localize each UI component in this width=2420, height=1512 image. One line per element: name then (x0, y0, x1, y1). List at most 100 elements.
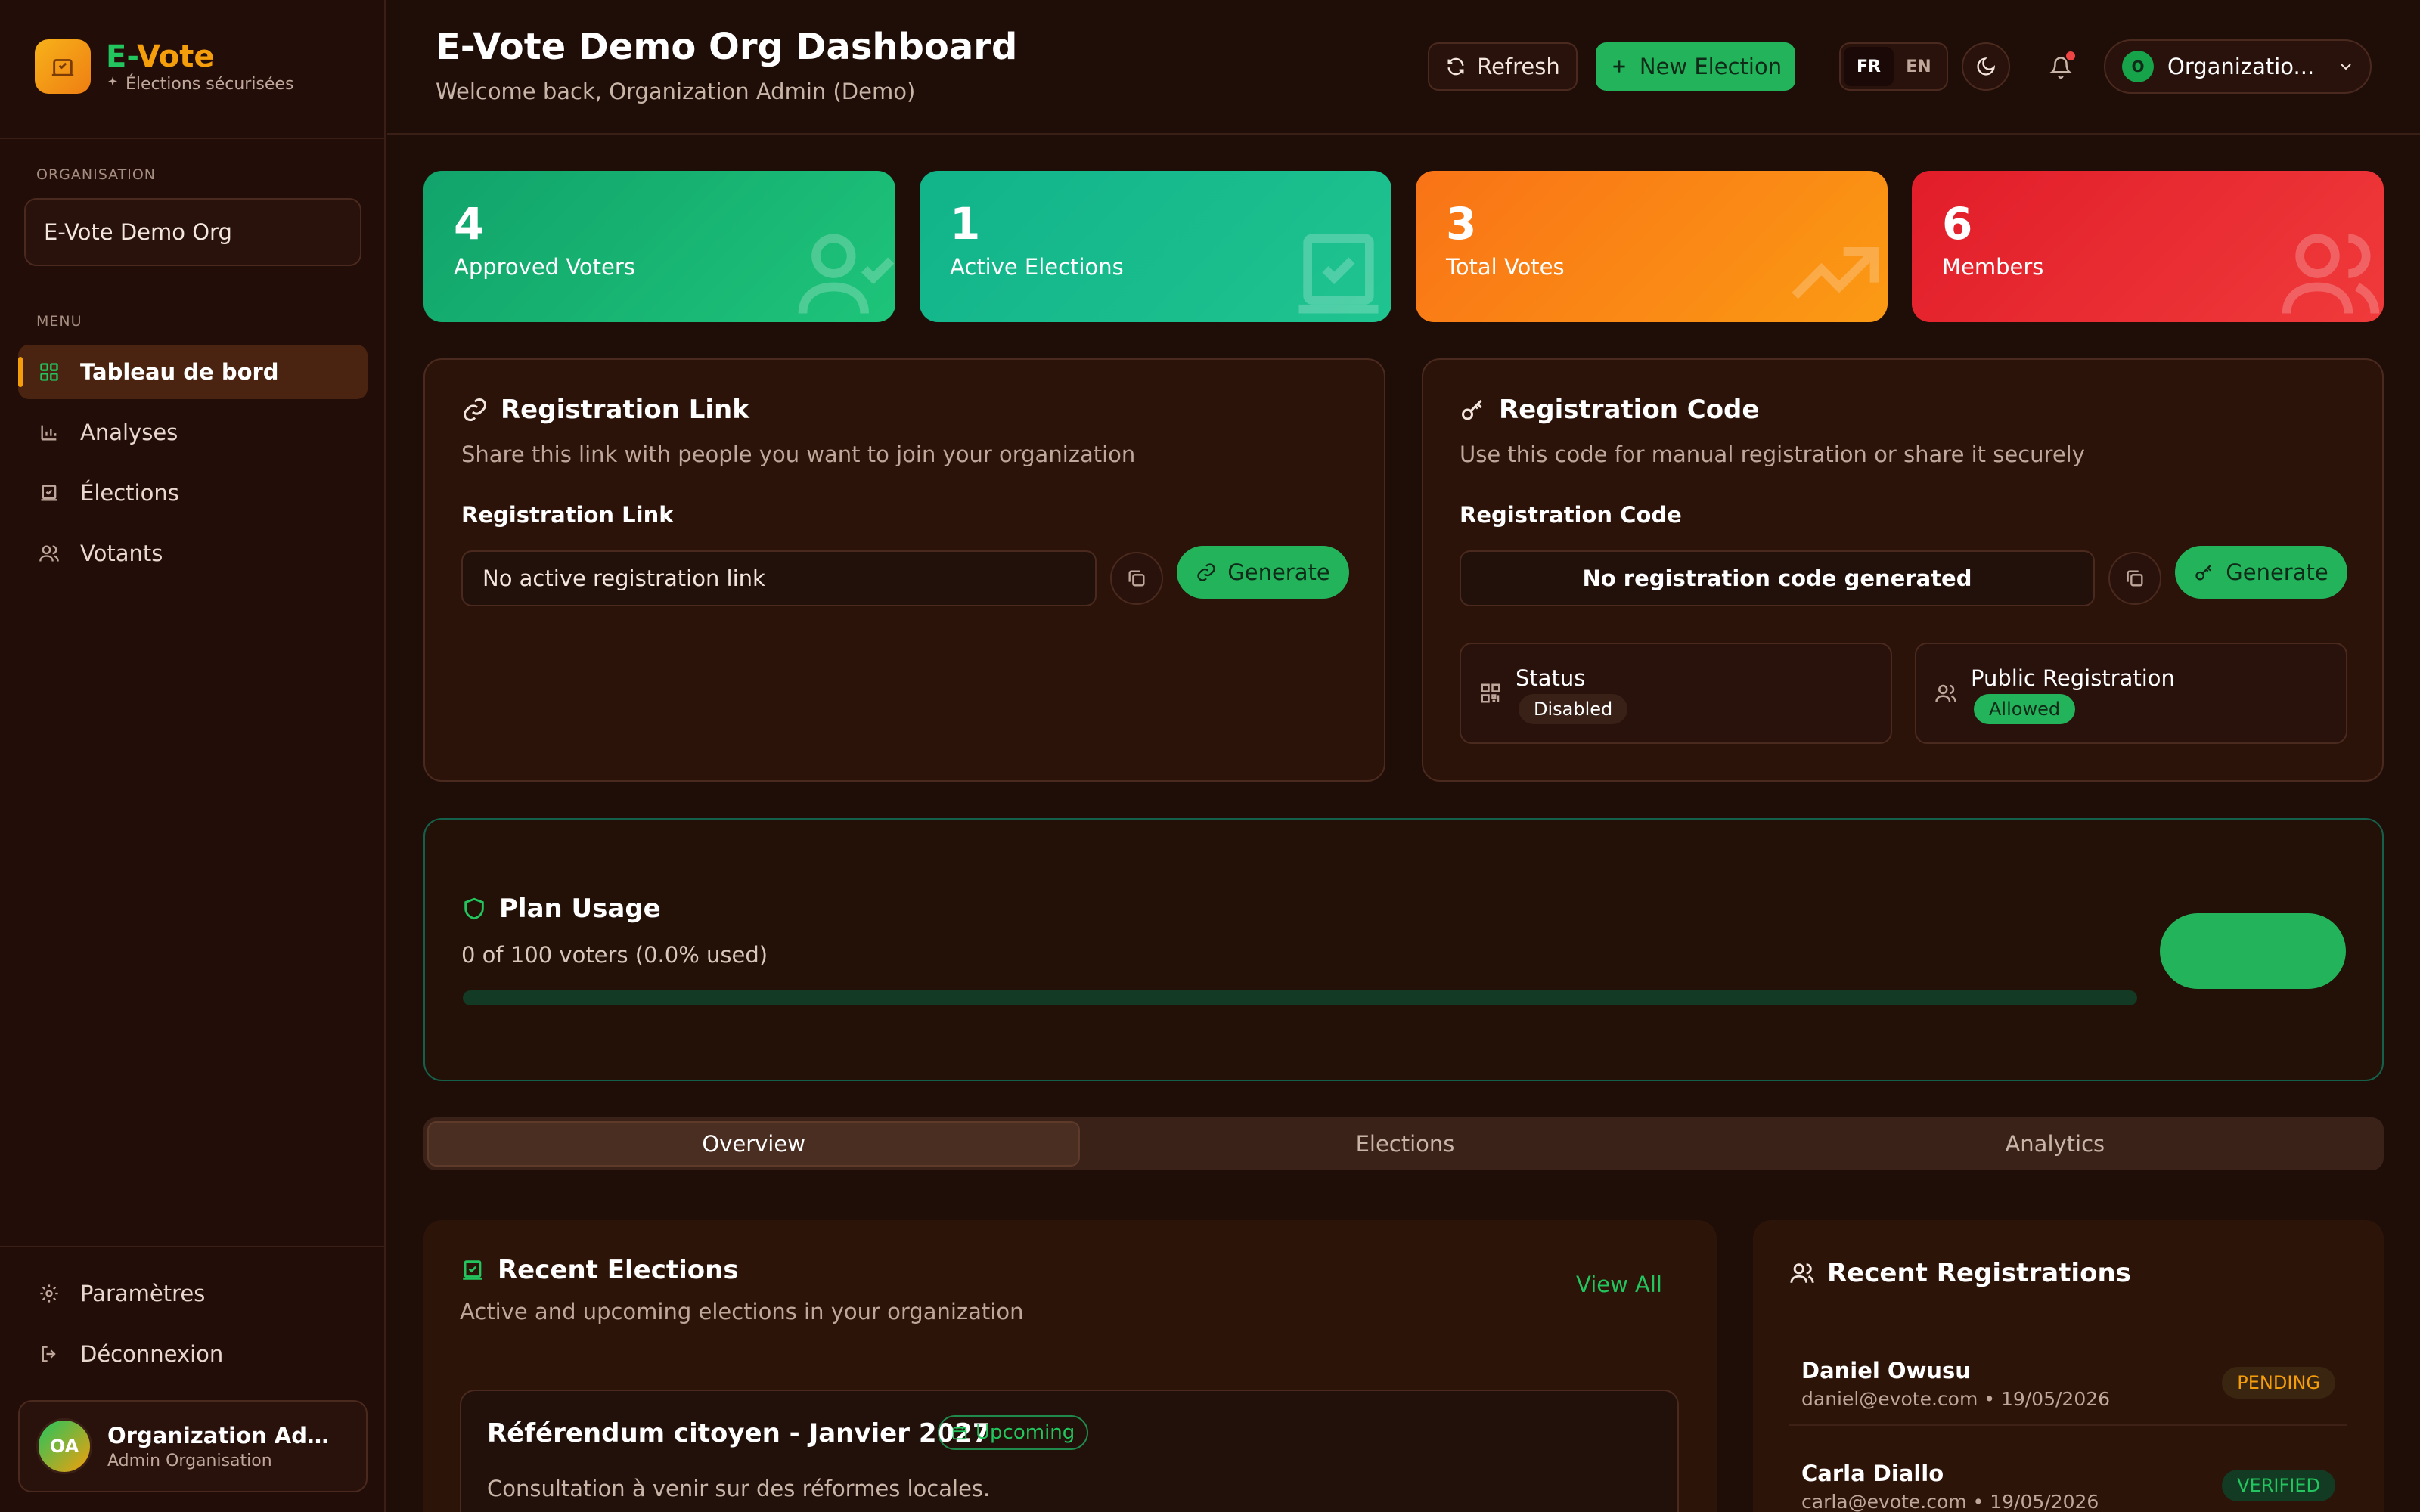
gear-icon (38, 1282, 60, 1305)
top-header: E-Vote Demo Org Dashboard Welcome back, … (387, 0, 2420, 135)
moon-icon (1975, 56, 1996, 77)
view-all-link[interactable]: View All (1576, 1272, 1662, 1297)
users-icon (1934, 682, 1957, 705)
copy-link-button[interactable] (1110, 552, 1163, 605)
plan-usage-panel: Plan Usage 0 of 100 voters (0.0% used) (424, 818, 2384, 1081)
org-switcher[interactable]: E-Vote Demo Org (24, 198, 361, 266)
registration-link-panel: Registration Link Share this link with p… (424, 358, 1385, 782)
refresh-button[interactable]: Refresh (1428, 42, 1578, 91)
lang-en[interactable]: EN (1894, 47, 1944, 86)
key-icon (2194, 562, 2215, 583)
panel-title: Registration Link (501, 395, 749, 425)
users-icon (1789, 1260, 1815, 1286)
notification-dot (2066, 51, 2075, 60)
stat-card-active-elections[interactable]: 1 Active Elections (920, 171, 1392, 322)
panel-description: Active and upcoming elections in your or… (460, 1299, 1024, 1325)
theme-toggle-button[interactable] (1962, 42, 2010, 91)
brand-tagline: Élections sécurisées (126, 74, 294, 94)
sidebar-item-elections[interactable]: Élections (18, 466, 368, 520)
user-check-icon (790, 221, 895, 322)
new-election-button[interactable]: New Election (1596, 42, 1795, 91)
public-registration-badge: Allowed (1974, 694, 2076, 724)
public-registration-label: Public Registration (1971, 665, 2175, 691)
sidebar-item-analyses[interactable]: Analyses (18, 405, 368, 460)
plan-usage-text: 0 of 100 voters (0.0% used) (461, 942, 768, 968)
registration-row[interactable]: Carla Diallo carla@evote.com • 19/05/202… (1789, 1444, 2347, 1512)
panel-title: Recent Registrations (1827, 1258, 2131, 1288)
brand-name: E-Vote (106, 39, 215, 74)
field-label: Registration Code (1460, 502, 1682, 528)
menu-section-label: MENU (36, 313, 82, 330)
org-selector-label: Organizatio... (2167, 54, 2315, 79)
page-title: E-Vote Demo Org Dashboard (436, 26, 1018, 68)
stat-card-total-votes[interactable]: 3 Total Votes (1416, 171, 1888, 322)
registrant-name: Daniel Owusu (1801, 1358, 1971, 1383)
sidebar-divider (0, 138, 384, 139)
ballot-check-icon (38, 482, 60, 504)
notifications-button[interactable] (2040, 47, 2081, 88)
plan-usage-progress (463, 990, 2137, 1005)
sidebar: E-Vote Élections sécurisées ORGANISATION… (0, 0, 386, 1512)
generate-code-button[interactable]: Generate (2175, 546, 2347, 599)
ballot-check-icon (460, 1257, 486, 1283)
org-section-label: ORGANISATION (36, 166, 157, 183)
sparkle-icon (106, 75, 119, 94)
copy-icon (2124, 568, 2145, 589)
link-icon (461, 396, 489, 423)
lang-fr[interactable]: FR (1844, 47, 1894, 86)
panel-title: Recent Elections (498, 1255, 739, 1285)
org-selector[interactable]: O Organizatio... (2104, 39, 2372, 94)
generate-link-button[interactable]: Generate (1177, 546, 1349, 599)
election-title: Référendum citoyen - Janvier 2027 (487, 1418, 991, 1448)
key-icon (1460, 396, 1487, 423)
dashboard-tabs: Overview Elections Analytics (424, 1117, 2384, 1170)
refresh-icon (1445, 56, 1466, 77)
avatar: OA (36, 1418, 92, 1474)
registration-code-panel: Registration Code Use this code for manu… (1422, 358, 2384, 782)
bar-chart-icon (38, 421, 60, 444)
qr-code-icon (1479, 682, 1502, 705)
registrant-name: Carla Diallo (1801, 1461, 1944, 1486)
sidebar-item-dashboard[interactable]: Tableau de bord (18, 345, 368, 399)
recent-elections-panel: Recent Elections Active and upcoming ele… (424, 1220, 1717, 1512)
ballot-check-icon (1286, 221, 1392, 322)
status-badge: PENDING (2222, 1367, 2335, 1399)
user-profile-card[interactable]: OA Organization Admin (Demo) Admin Organ… (18, 1400, 368, 1492)
sidebar-item-settings[interactable]: Paramètres (18, 1266, 368, 1321)
brand[interactable]: E-Vote Élections sécurisées (35, 39, 293, 94)
registration-link-field[interactable]: No active registration link (461, 550, 1097, 606)
status-box: Status Disabled (1460, 643, 1892, 744)
panel-description: Share this link with people you want to … (461, 442, 1136, 467)
chevron-down-icon (2337, 57, 2355, 76)
dashboard-icon (38, 361, 60, 383)
field-label: Registration Link (461, 502, 674, 528)
registration-row[interactable]: Daniel Owusu daniel@evote.com • 19/05/20… (1789, 1341, 2347, 1426)
tab-overview[interactable]: Overview (427, 1121, 1081, 1167)
sidebar-item-logout[interactable]: Déconnexion (18, 1327, 368, 1381)
logout-icon (38, 1343, 60, 1365)
registrant-meta: carla@evote.com • 19/05/2026 (1801, 1491, 2099, 1512)
tab-analytics[interactable]: Analytics (1730, 1121, 2380, 1167)
registration-code-field[interactable]: No registration code generated (1460, 550, 2095, 606)
status-badge: VERIFIED (2222, 1470, 2335, 1501)
upgrade-plan-button[interactable] (2160, 913, 2346, 989)
stat-card-members[interactable]: 6 Members (1912, 171, 2384, 322)
copy-code-button[interactable] (2108, 552, 2161, 605)
stat-card-approved-voters[interactable]: 4 Approved Voters (424, 171, 895, 322)
panel-description: Use this code for manual registration or… (1460, 442, 2085, 467)
calendar-icon (951, 1424, 968, 1441)
election-card[interactable]: Référendum citoyen - Janvier 2027 Upcomi… (460, 1390, 1679, 1512)
page-subtitle: Welcome back, Organization Admin (Demo) (436, 79, 916, 104)
org-avatar: O (2122, 51, 2154, 82)
public-registration-box: Public Registration Allowed (1915, 643, 2347, 744)
tab-elections[interactable]: Elections (1080, 1121, 1730, 1167)
ballot-box-icon (35, 39, 91, 94)
recent-registrations-panel: Recent Registrations Daniel Owusu daniel… (1753, 1220, 2384, 1512)
trend-icon (1782, 221, 1888, 322)
panel-title: Plan Usage (499, 894, 661, 924)
plus-icon (1609, 57, 1629, 76)
registrant-meta: daniel@evote.com • 19/05/2026 (1801, 1388, 2111, 1410)
sidebar-item-votants[interactable]: Votants (18, 526, 368, 581)
users-icon (2278, 221, 2384, 322)
status-badge: Disabled (1519, 694, 1628, 724)
